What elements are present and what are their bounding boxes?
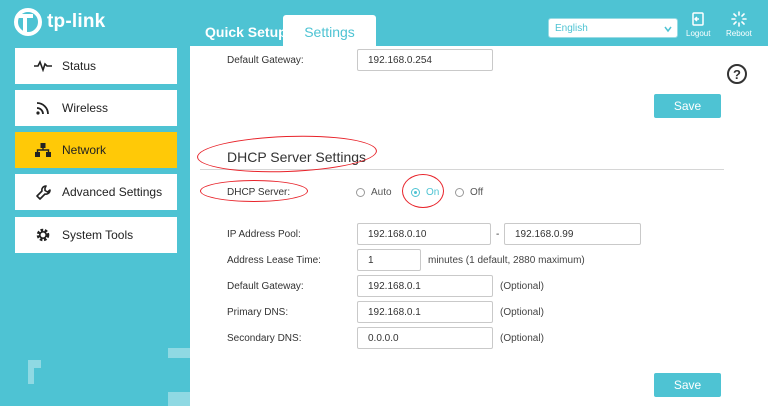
dhcp-gateway-label: Default Gateway: bbox=[227, 281, 304, 292]
sidebar-item-network[interactable]: Network bbox=[15, 132, 177, 168]
radio-label: Auto bbox=[371, 187, 392, 198]
settings-panel: ? Default Gateway: 192.168.0.254 Save DH… bbox=[190, 46, 768, 406]
dhcp-gateway-field[interactable]: 192.168.0.1 bbox=[357, 275, 493, 297]
reboot-icon bbox=[731, 11, 747, 27]
optional-hint: (Optional) bbox=[500, 307, 544, 318]
optional-hint: (Optional) bbox=[500, 281, 544, 292]
radio-dot bbox=[356, 188, 365, 197]
language-select[interactable]: English bbox=[548, 18, 678, 38]
decorative-shape bbox=[28, 368, 34, 384]
logout-icon bbox=[692, 12, 704, 26]
wifi-icon bbox=[33, 100, 53, 116]
reboot-label: Reboot bbox=[726, 29, 752, 38]
radio-label: On bbox=[426, 187, 440, 198]
lease-time-label: Address Lease Time: bbox=[227, 255, 321, 266]
ip-pool-end-field[interactable]: 192.168.0.99 bbox=[504, 223, 641, 245]
wan-gateway-field[interactable]: 192.168.0.254 bbox=[357, 49, 493, 71]
ip-pool-start-field[interactable]: 192.168.0.10 bbox=[357, 223, 491, 245]
primary-dns-label: Primary DNS: bbox=[227, 307, 289, 318]
tab-settings[interactable]: Settings bbox=[283, 15, 376, 49]
range-separator: - bbox=[496, 229, 500, 240]
sidebar-item-label: Wireless bbox=[62, 101, 109, 115]
primary-dns-field[interactable]: 192.168.0.1 bbox=[357, 301, 493, 323]
wrench-icon bbox=[33, 184, 53, 200]
lease-time-hint: minutes (1 default, 2880 maximum) bbox=[428, 255, 585, 266]
radio-on[interactable]: On bbox=[411, 187, 439, 198]
ip-pool-label: IP Address Pool: bbox=[227, 229, 301, 240]
lease-time-field[interactable]: 1 bbox=[357, 249, 421, 271]
brand-logo: tp-link bbox=[14, 8, 105, 36]
decorative-shape bbox=[168, 392, 190, 406]
save-button[interactable]: Save bbox=[654, 94, 721, 118]
chevron-down-icon bbox=[664, 26, 672, 33]
radio-label: Off bbox=[470, 187, 484, 198]
sidebar-item-label: Network bbox=[62, 143, 107, 157]
radio-auto[interactable]: Auto bbox=[356, 187, 392, 198]
divider bbox=[200, 169, 724, 170]
radio-off[interactable]: Off bbox=[455, 187, 483, 198]
pulse-icon bbox=[33, 58, 53, 74]
help-icon[interactable]: ? bbox=[727, 64, 747, 84]
save-button[interactable]: Save bbox=[654, 373, 721, 397]
secondary-dns-field[interactable]: 0.0.0.0 bbox=[357, 327, 493, 349]
radio-dot bbox=[411, 188, 420, 197]
optional-hint: (Optional) bbox=[500, 333, 544, 344]
logout-button[interactable]: Logout bbox=[686, 11, 710, 38]
secondary-dns-label: Secondary DNS: bbox=[227, 333, 302, 344]
sidebar-item-label: System Tools bbox=[62, 228, 134, 242]
decorative-shape bbox=[168, 348, 190, 358]
decorative-shape bbox=[28, 360, 41, 368]
radio-dot bbox=[455, 188, 464, 197]
sidebar-item-system-tools[interactable]: System Tools bbox=[15, 217, 177, 253]
logout-label: Logout bbox=[686, 29, 711, 38]
sidebar-item-label: Status bbox=[62, 59, 97, 73]
network-icon bbox=[33, 142, 53, 158]
section-title: DHCP Server Settings bbox=[227, 149, 367, 165]
gear-icon bbox=[33, 227, 53, 243]
sidebar-item-label: Advanced Settings bbox=[62, 185, 163, 199]
language-value: English bbox=[555, 22, 588, 34]
brand-name: tp-link bbox=[47, 11, 106, 32]
sidebar-item-wireless[interactable]: Wireless bbox=[15, 90, 177, 126]
reboot-button[interactable]: Reboot bbox=[726, 11, 752, 38]
wan-gateway-label: Default Gateway: bbox=[227, 55, 304, 66]
dhcp-server-label: DHCP Server: bbox=[227, 187, 291, 198]
tp-link-logo-icon bbox=[14, 8, 42, 36]
sidebar-item-status[interactable]: Status bbox=[15, 48, 177, 84]
sidebar-item-advanced-settings[interactable]: Advanced Settings bbox=[15, 174, 177, 210]
